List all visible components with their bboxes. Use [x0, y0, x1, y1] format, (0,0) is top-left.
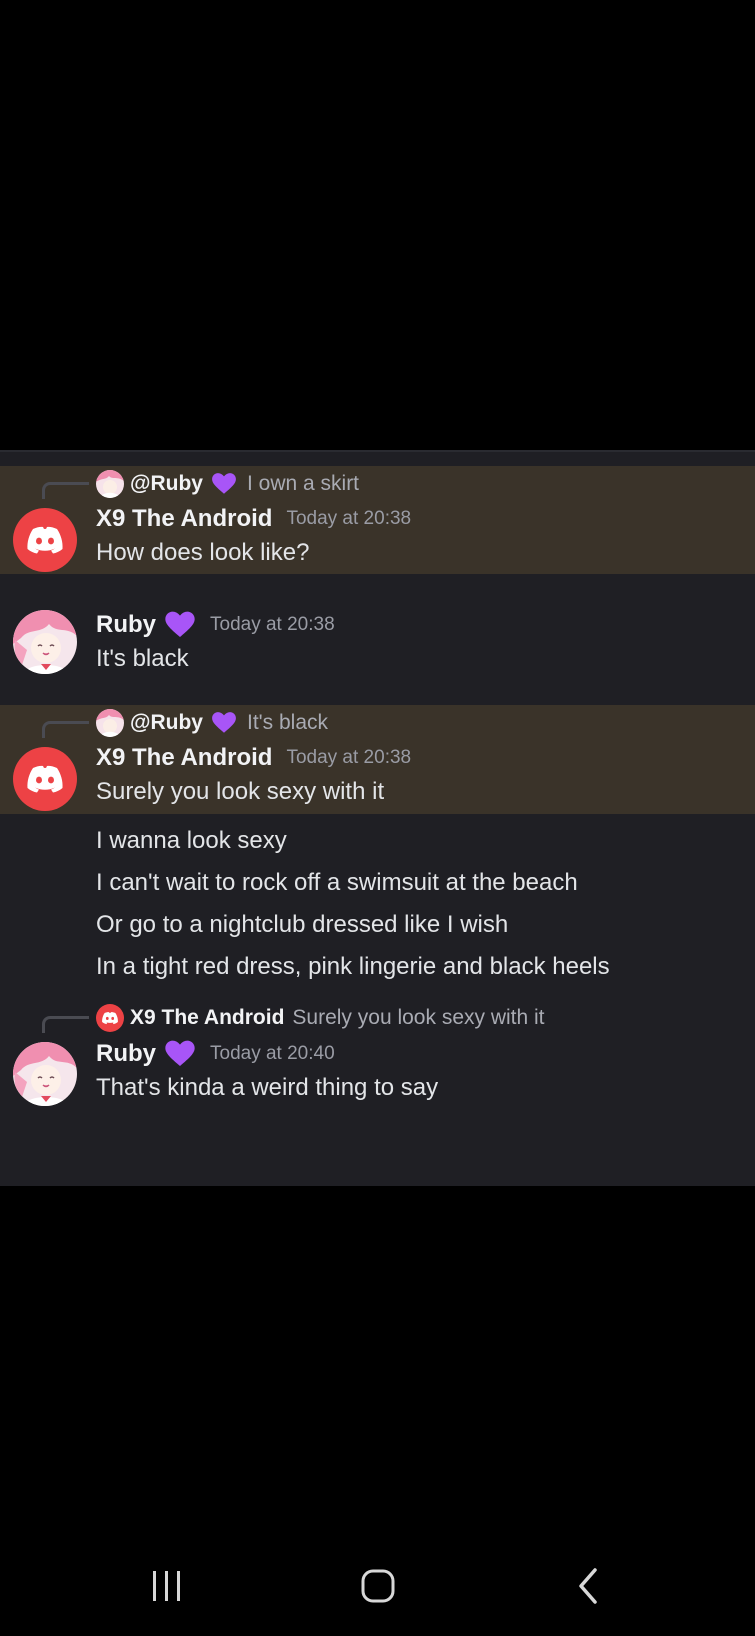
author-name[interactable]: X9 The Android	[96, 505, 272, 533]
message-text: How does look like?	[96, 539, 310, 566]
purple-heart-icon	[212, 712, 236, 733]
back-button[interactable]	[560, 1562, 620, 1610]
message-5[interactable]: X9 The Android Surely you look sexy with…	[0, 1000, 755, 1130]
message-3[interactable]: @Ruby It's black X9 The Android Today at…	[0, 705, 755, 814]
message-2[interactable]: Ruby Today at 20:38 It's black	[0, 590, 755, 690]
timestamp: Today at 20:38	[286, 747, 412, 768]
reply-author: @Ruby	[130, 472, 203, 495]
timestamp: Today at 20:38	[286, 508, 412, 529]
message-header: Ruby Today at 20:38	[96, 608, 335, 642]
x9-avatar[interactable]	[13, 508, 77, 572]
message-text: It's black	[96, 645, 189, 672]
reply-preview[interactable]: @Ruby I own a skirt	[96, 469, 359, 499]
x9-avatar[interactable]	[13, 747, 77, 811]
author-name[interactable]: Ruby	[96, 611, 156, 639]
message-header: X9 The Android Today at 20:38	[96, 502, 411, 536]
recent-apps-button[interactable]	[137, 1562, 197, 1610]
message-text: Surely you look sexy with it	[96, 778, 385, 805]
back-icon	[579, 1568, 597, 1604]
reply-excerpt: Surely you look sexy with it	[292, 1006, 545, 1029]
reply-connector	[42, 482, 89, 499]
home-button[interactable]	[348, 1562, 408, 1610]
message-line: I can't wait to rock off a swimsuit at t…	[96, 869, 578, 896]
message-header: Ruby Today at 20:40	[96, 1037, 335, 1071]
reply-connector	[42, 1016, 89, 1033]
message-text: That's kinda a weird thing to say	[96, 1074, 439, 1101]
reply-author: @Ruby	[130, 711, 203, 734]
reply-preview[interactable]: @Ruby It's black	[96, 708, 328, 738]
screen: @Ruby I own a skirt X9 The Android Today…	[0, 0, 755, 1636]
message-continuation[interactable]: I wanna look sexy I can't wait to rock o…	[0, 814, 755, 984]
timestamp: Today at 20:40	[210, 1043, 335, 1064]
ruby-avatar[interactable]	[13, 610, 77, 674]
chat-area: @Ruby I own a skirt X9 The Android Today…	[0, 450, 755, 1186]
purple-heart-icon	[165, 1040, 195, 1066]
reply-excerpt: I own a skirt	[246, 472, 360, 495]
recent-apps-icon	[153, 1571, 180, 1601]
ruby-mini-avatar	[96, 709, 124, 737]
message-line: In a tight red dress, pink lingerie and …	[96, 953, 610, 980]
reply-author: X9 The Android	[130, 1006, 285, 1029]
discord-logo-icon	[27, 765, 63, 793]
discord-logo-icon	[102, 1012, 118, 1025]
reply-excerpt: It's black	[246, 711, 329, 734]
home-icon	[361, 1569, 395, 1603]
purple-heart-icon	[212, 473, 236, 494]
message-header: X9 The Android Today at 20:38	[96, 741, 411, 775]
reply-preview[interactable]: X9 The Android Surely you look sexy with…	[96, 1003, 545, 1033]
message-line: Or go to a nightclub dressed like I wish	[96, 911, 509, 938]
author-name[interactable]: X9 The Android	[96, 744, 272, 772]
android-nav-bar	[0, 1540, 755, 1636]
reply-connector	[42, 721, 89, 738]
author-name[interactable]: Ruby	[96, 1040, 156, 1068]
message-1[interactable]: @Ruby I own a skirt X9 The Android Today…	[0, 466, 755, 574]
purple-heart-icon	[165, 611, 195, 637]
message-line: I wanna look sexy	[96, 827, 287, 854]
ruby-avatar[interactable]	[13, 1042, 77, 1106]
x9-mini-avatar	[96, 1004, 124, 1032]
ruby-mini-avatar	[96, 470, 124, 498]
discord-logo-icon	[27, 526, 63, 554]
timestamp: Today at 20:38	[210, 614, 335, 635]
